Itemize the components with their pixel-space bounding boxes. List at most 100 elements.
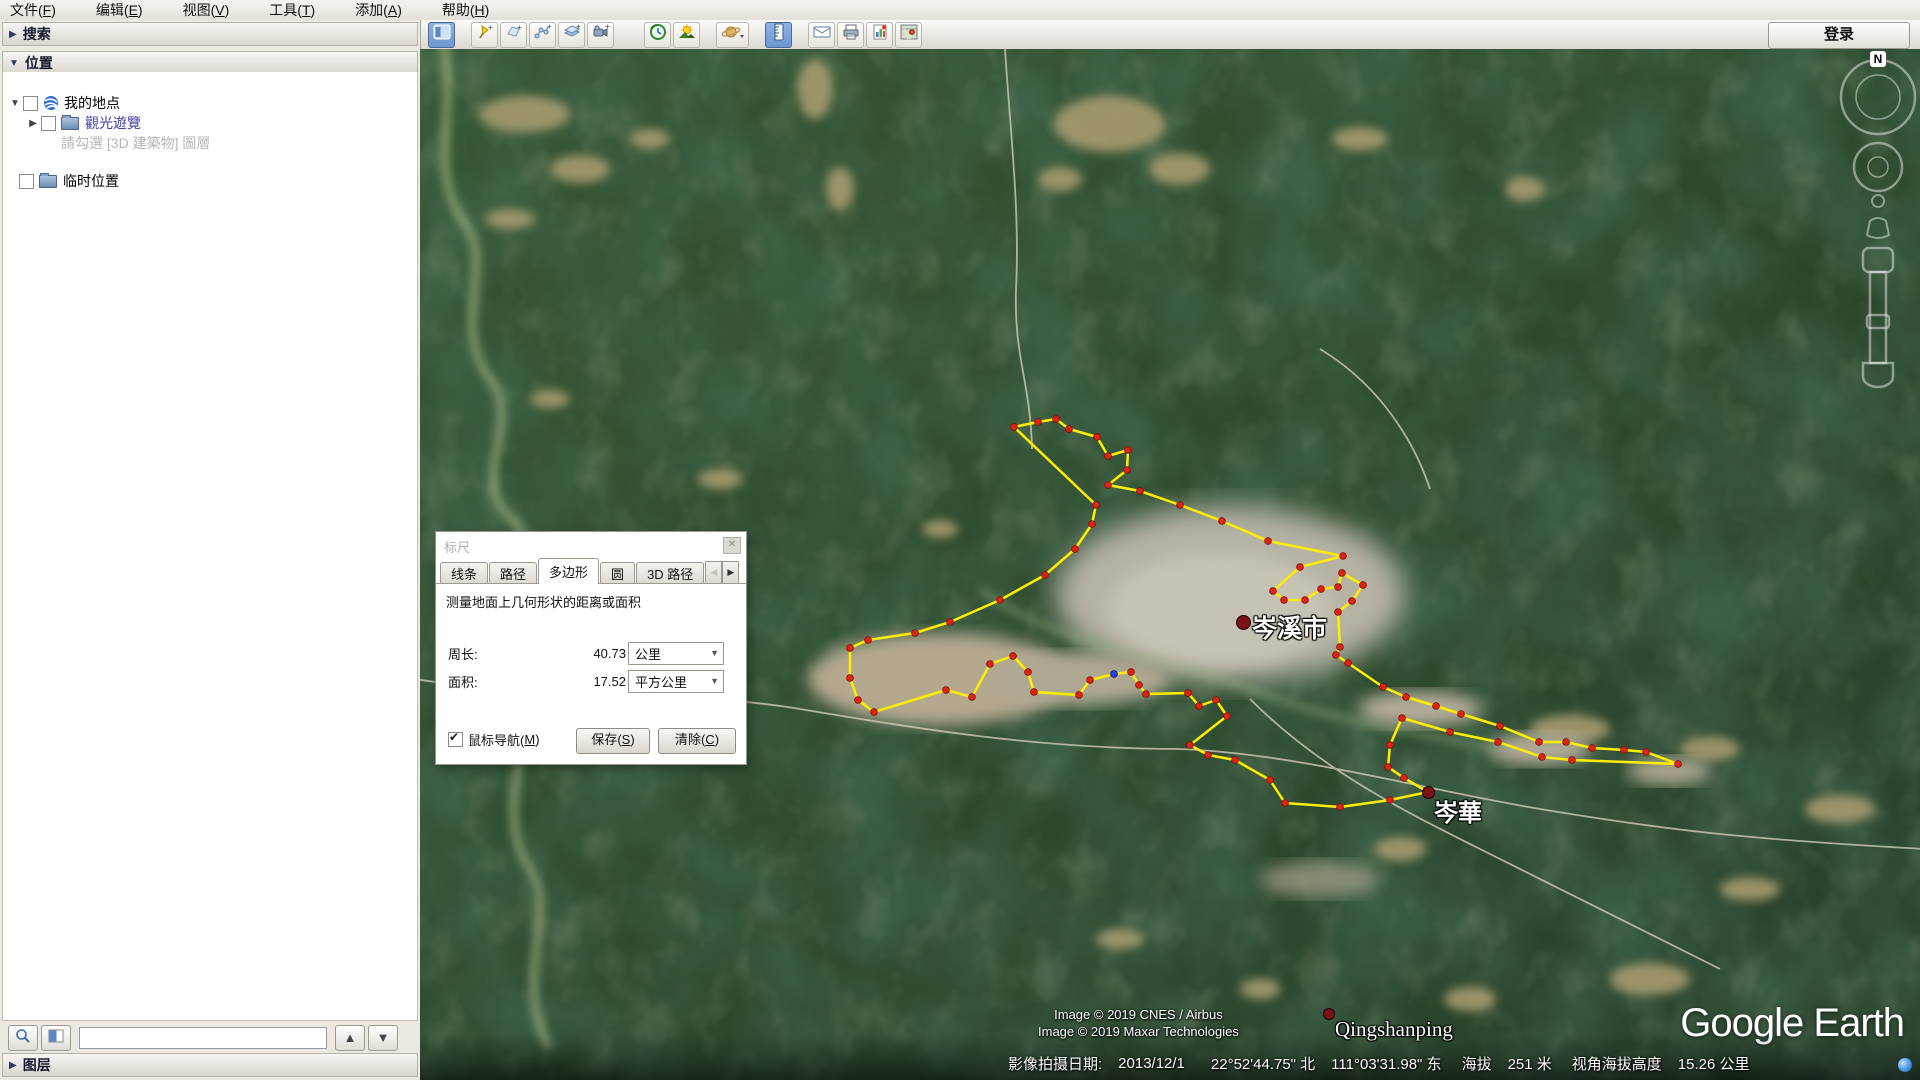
polygon-vertex[interactable] xyxy=(1335,584,1342,591)
polygon-vertex[interactable] xyxy=(1087,677,1094,684)
add-path-button[interactable]: + xyxy=(529,22,556,48)
polygon-vertex[interactable] xyxy=(1072,546,1079,553)
tree-item-temporary-places[interactable]: 临时位置 xyxy=(19,172,119,190)
save-button[interactable]: 保存(S) xyxy=(576,728,650,754)
close-icon[interactable]: ✕ xyxy=(723,537,741,554)
polygon-vertex[interactable] xyxy=(1187,742,1194,749)
search-panel-header[interactable]: ▶ 搜索 xyxy=(2,22,418,46)
polygon-vertex[interactable] xyxy=(1282,800,1289,807)
polygon-vertex[interactable] xyxy=(1089,521,1096,528)
previous-result-button[interactable]: ▲ xyxy=(335,1025,365,1051)
polygon-vertex[interactable] xyxy=(1093,502,1100,509)
village-poi-dot[interactable] xyxy=(1323,1008,1335,1020)
polygon-vertex[interactable] xyxy=(1387,742,1394,749)
polygon-vertex[interactable] xyxy=(1335,609,1342,616)
mouse-nav-checkbox[interactable] xyxy=(448,732,463,747)
tab-3d-path[interactable]: 3D 路径 xyxy=(636,562,704,584)
polygon-vertex[interactable] xyxy=(1337,804,1344,811)
polygon-vertex[interactable] xyxy=(1360,582,1367,589)
menu-view[interactable]: 视图(V) xyxy=(173,0,244,20)
toggle-results-button[interactable] xyxy=(41,1025,71,1051)
polygon-vertex[interactable] xyxy=(847,645,854,652)
tab-polygon[interactable]: 多边形 xyxy=(538,558,599,584)
menu-file[interactable]: 文件(F) xyxy=(0,0,70,20)
polygon-vertex[interactable] xyxy=(1136,682,1143,689)
polygon-vertex[interactable] xyxy=(1053,416,1060,423)
perimeter-unit-select[interactable]: 公里 ▼ xyxy=(628,642,724,665)
menu-edit[interactable]: 编辑(E) xyxy=(86,0,157,20)
polygon-vertex[interactable] xyxy=(1177,502,1184,509)
print-button[interactable] xyxy=(837,22,864,48)
polygon-vertex[interactable] xyxy=(1105,453,1112,460)
polygon-vertex[interactable] xyxy=(947,619,954,626)
polygon-vertex[interactable] xyxy=(1066,426,1073,433)
email-button[interactable] xyxy=(808,22,835,48)
compass-north-indicator[interactable]: N xyxy=(1870,51,1886,67)
polygon-vertex[interactable] xyxy=(1589,745,1596,752)
polygon-vertex[interactable] xyxy=(871,709,878,716)
save-image-button[interactable] xyxy=(866,22,893,48)
polygon-vertex[interactable] xyxy=(912,630,919,637)
menu-tools[interactable]: 工具(T) xyxy=(259,0,329,20)
polygon-vertex[interactable] xyxy=(1105,482,1112,489)
planets-button[interactable] xyxy=(716,22,749,48)
polygon-vertex[interactable] xyxy=(1196,703,1203,710)
polygon-vertex[interactable] xyxy=(1458,711,1465,718)
polygon-vertex[interactable] xyxy=(1563,739,1570,746)
polygon-vertex[interactable] xyxy=(1569,757,1576,764)
polygon-vertex[interactable] xyxy=(1380,684,1387,691)
sunlight-button[interactable] xyxy=(673,22,700,48)
polygon-vertex[interactable] xyxy=(1621,747,1628,754)
add-polygon-button[interactable]: + xyxy=(500,22,527,48)
polygon-vertex[interactable] xyxy=(1094,434,1101,441)
polygon-vertex-selected[interactable] xyxy=(1111,671,1118,678)
polygon-vertex[interactable] xyxy=(1270,588,1277,595)
polygon-vertex[interactable] xyxy=(865,637,872,644)
polygon-vertex[interactable] xyxy=(1232,757,1239,764)
polygon-vertex[interactable] xyxy=(1025,669,1032,676)
polygon-vertex[interactable] xyxy=(1076,692,1083,699)
polygon-vertex[interactable] xyxy=(847,675,854,682)
record-tour-button[interactable]: + xyxy=(587,22,614,48)
places-filter-input[interactable] xyxy=(79,1027,327,1049)
polygon-vertex[interactable] xyxy=(1536,739,1543,746)
polygon-vertex[interactable] xyxy=(1267,777,1274,784)
menu-add[interactable]: 添加(A) xyxy=(345,0,416,20)
polygon-vertex[interactable] xyxy=(1345,660,1352,667)
polygon-vertex[interactable] xyxy=(1010,653,1017,660)
polygon-vertex[interactable] xyxy=(1297,564,1304,571)
polygon-vertex[interactable] xyxy=(1399,715,1406,722)
polygon-vertex[interactable] xyxy=(1495,739,1502,746)
polygon-vertex[interactable] xyxy=(969,694,976,701)
polygon-vertex[interactable] xyxy=(1281,597,1288,604)
polygon-vertex[interactable] xyxy=(1031,689,1038,696)
tree-item-my-places[interactable]: ▼ 我的地点 xyxy=(9,94,120,112)
polygon-vertex[interactable] xyxy=(1224,713,1231,720)
polygon-vertex[interactable] xyxy=(1385,764,1392,771)
polygon-vertex[interactable] xyxy=(987,661,994,668)
polygon-vertex[interactable] xyxy=(997,597,1004,604)
polygon-vertex[interactable] xyxy=(1387,797,1394,804)
polygon-vertex[interactable] xyxy=(1643,749,1650,756)
historical-imagery-button[interactable] xyxy=(644,22,671,48)
polygon-vertex[interactable] xyxy=(1124,467,1131,474)
polygon-vertex[interactable] xyxy=(1205,752,1212,759)
polygon-vertex[interactable] xyxy=(1539,754,1546,761)
sightseeing-checkbox[interactable] xyxy=(41,116,56,131)
expanded-arrow-icon[interactable]: ▼ xyxy=(9,98,21,109)
polygon-vertex[interactable] xyxy=(1339,570,1346,577)
collapsed-arrow-icon[interactable]: ▶ xyxy=(27,118,39,129)
polygon-vertex[interactable] xyxy=(943,687,950,694)
polygon-vertex[interactable] xyxy=(1219,518,1226,525)
tab-path[interactable]: 路径 xyxy=(489,562,537,584)
layers-panel-header[interactable]: ▶ 图层 xyxy=(2,1053,418,1077)
tree-item-sightseeing[interactable]: ▶ 觀光遊覽 xyxy=(27,114,141,132)
sidebar-toggle-button[interactable] xyxy=(428,22,455,48)
view-in-maps-button[interactable] xyxy=(895,22,922,48)
ruler-button[interactable] xyxy=(765,22,792,48)
polygon-vertex[interactable] xyxy=(1433,703,1440,710)
search-places-button[interactable] xyxy=(8,1025,38,1051)
polygon-vertex[interactable] xyxy=(1213,697,1220,704)
polygon-vertex[interactable] xyxy=(1318,586,1325,593)
ruler-dialog[interactable]: 标尺 ✕ 线条 路径 多边形 圆 3D 路径 ◀ ▶ 测量地面上几何形状的距离或… xyxy=(435,531,747,765)
